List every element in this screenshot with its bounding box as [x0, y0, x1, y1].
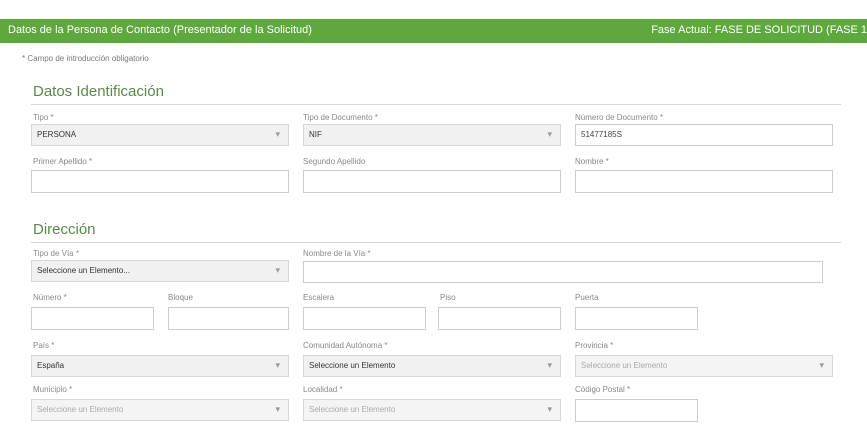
form-page: Datos de la Persona de Contacto (Present… — [0, 0, 867, 429]
pais-select[interactable]: España ▾ — [31, 355, 289, 377]
required-note: * Campo de introducción obligatorio — [22, 54, 149, 63]
chevron-down-icon: ▾ — [275, 404, 280, 414]
codigo-postal-input[interactable] — [575, 399, 698, 422]
section-divider — [31, 104, 841, 105]
section-divider — [31, 242, 841, 243]
numero-input[interactable] — [31, 307, 154, 330]
comunidad-select[interactable]: Seleccione un Elemento ▾ — [303, 355, 561, 377]
nombre-via-label: Nombre de la Vía * — [303, 249, 371, 258]
escalera-label: Escalera — [303, 293, 335, 302]
piso-input[interactable] — [438, 307, 561, 330]
panel-title: Datos de la Persona de Contacto (Present… — [8, 24, 312, 36]
puerta-label: Puerta — [575, 293, 599, 302]
tipo-via-label: Tipo de Vía * — [33, 249, 79, 258]
current-phase: Fase Actual: FASE DE SOLICITUD (FASE 1 — [651, 24, 867, 36]
segundo-apellido-label: Segundo Apellido — [303, 157, 366, 166]
provincia-value: Seleccione un Elemento — [581, 361, 668, 370]
section-title-direccion: Dirección — [33, 221, 96, 238]
primer-apellido-input[interactable] — [31, 170, 289, 193]
nombre-label: Nombre * — [575, 157, 609, 166]
chevron-down-icon: ▾ — [275, 360, 280, 370]
section-title-identificacion: Datos Identificación — [33, 83, 164, 100]
municipio-label: Municipio * — [33, 385, 73, 394]
piso-label: Piso — [440, 293, 456, 302]
tipo-via-select[interactable]: Seleccione un Elemento... ▾ — [31, 260, 289, 282]
tipo-label: Tipo * — [33, 113, 54, 122]
localidad-label: Localidad * — [303, 385, 343, 394]
panel-header: Datos de la Persona de Contacto (Present… — [0, 19, 867, 43]
chevron-down-icon: ▾ — [275, 129, 280, 139]
tipo-value: PERSONA — [37, 130, 77, 139]
municipio-value: Seleccione un Elemento — [37, 405, 124, 414]
comunidad-label: Comunidad Autónoma * — [303, 341, 388, 350]
provincia-select[interactable]: Seleccione un Elemento ▾ — [575, 355, 833, 377]
chevron-down-icon: ▾ — [547, 129, 552, 139]
chevron-down-icon: ▾ — [819, 360, 824, 370]
bloque-input[interactable] — [168, 307, 289, 330]
tipo-documento-label: Tipo de Documento * — [303, 113, 378, 122]
pais-value: España — [37, 361, 65, 370]
numero-documento-label: Número de Documento * — [575, 113, 664, 122]
tipo-via-value: Seleccione un Elemento... — [37, 266, 130, 275]
puerta-input[interactable] — [575, 307, 698, 330]
primer-apellido-label: Primer Apellido * — [33, 157, 93, 166]
comunidad-value: Seleccione un Elemento — [309, 361, 396, 370]
pais-label: País * — [33, 341, 55, 350]
chevron-down-icon: ▾ — [275, 265, 280, 275]
nombre-via-input[interactable] — [303, 261, 823, 283]
provincia-label: Provincia * — [575, 341, 614, 350]
numero-label: Número * — [33, 293, 67, 302]
tipo-select[interactable]: PERSONA ▾ — [31, 124, 289, 146]
bloque-label: Bloque — [168, 293, 193, 302]
nombre-input[interactable] — [575, 170, 833, 193]
localidad-value: Seleccione un Elemento — [309, 405, 396, 414]
localidad-select[interactable]: Seleccione un Elemento ▾ — [303, 399, 561, 421]
numero-documento-input[interactable]: 51477185S — [575, 124, 833, 146]
municipio-select[interactable]: Seleccione un Elemento ▾ — [31, 399, 289, 421]
chevron-down-icon: ▾ — [547, 360, 552, 370]
segundo-apellido-input[interactable] — [303, 170, 561, 193]
tipo-documento-value: NIF — [309, 130, 322, 139]
tipo-documento-select[interactable]: NIF ▾ — [303, 124, 561, 146]
codigo-postal-label: Código Postal * — [575, 385, 631, 394]
escalera-input[interactable] — [303, 307, 426, 330]
chevron-down-icon: ▾ — [547, 404, 552, 414]
